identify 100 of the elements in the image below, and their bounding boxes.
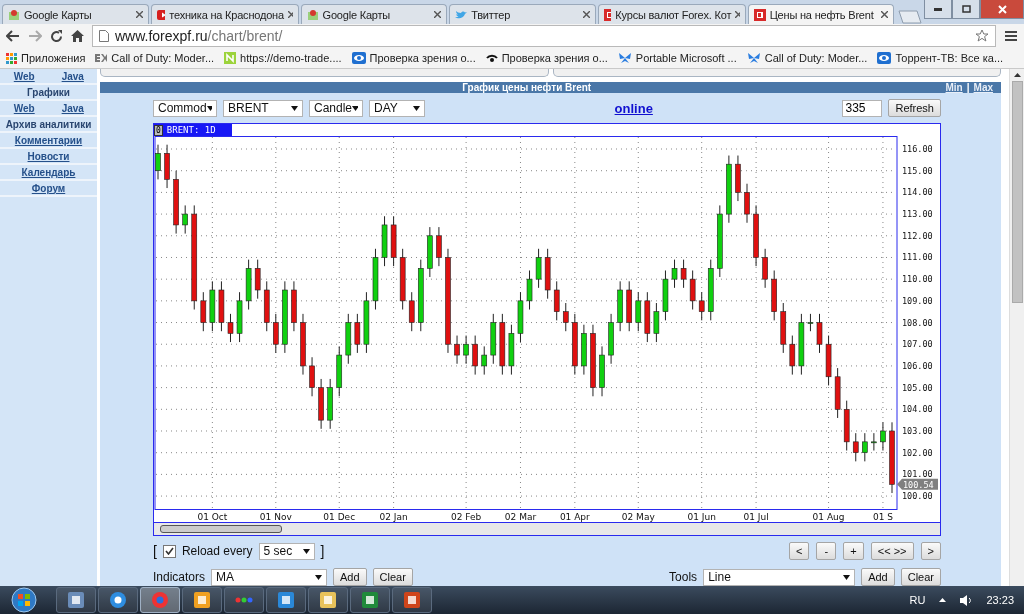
dropdown[interactable]: DAY	[369, 99, 425, 117]
bookmark[interactable]: Portable Microsoft ...	[617, 52, 737, 64]
dropdown[interactable]: BRENT	[223, 99, 303, 117]
close-icon[interactable]	[135, 11, 143, 18]
dropdown[interactable]: MA	[211, 568, 328, 586]
maximize-button[interactable]	[952, 0, 980, 19]
date-label: 01 Dec	[323, 512, 356, 522]
candle	[671, 259, 678, 289]
browser-tab[interactable]: Твиттер	[449, 4, 596, 24]
sidebar-link[interactable]: Комментарии	[0, 134, 97, 146]
add-button[interactable]: Add	[861, 568, 895, 586]
browser-tab[interactable]: техника на Краснодона	[150, 4, 299, 24]
bookmark[interactable]: Проверка зрения о...	[485, 52, 608, 64]
checkbox[interactable]	[162, 544, 176, 558]
close-button[interactable]	[980, 0, 1024, 19]
browser-tab[interactable]: Цены на нефть Brent	[747, 4, 895, 24]
dropdown[interactable]: Candle	[309, 99, 363, 117]
dropdown[interactable]: Line	[703, 568, 856, 586]
sidebar-link[interactable]: Java	[48, 70, 97, 82]
date-label: 01 Apr	[559, 512, 590, 522]
bookmark[interactable]: Приложения	[6, 52, 86, 64]
browser-tab[interactable]: Курсы валют Forex. Кот	[597, 4, 746, 24]
price-label: 107.00	[902, 339, 933, 350]
candle	[825, 335, 832, 386]
candle	[880, 421, 886, 451]
bookmark[interactable]: https://demo-trade....	[224, 52, 342, 64]
online-link[interactable]: online	[431, 100, 837, 116]
close-icon[interactable]	[434, 11, 442, 18]
back-icon[interactable]	[6, 30, 20, 42]
clock[interactable]: 23:23	[986, 594, 1014, 606]
taskbar-app[interactable]	[98, 587, 138, 613]
browser-tab[interactable]: Google Карты	[300, 4, 448, 24]
close-icon[interactable]	[582, 11, 590, 18]
reload-label: Reload every	[181, 544, 253, 558]
sidebar-link[interactable]: Новости	[0, 150, 97, 162]
price-label: 100.00	[902, 491, 933, 502]
refresh-button[interactable]: Refresh	[888, 99, 941, 117]
sidebar-link[interactable]: Web	[0, 70, 49, 82]
taskbar-app[interactable]	[266, 587, 306, 613]
zoom-box[interactable]: 0	[154, 124, 163, 136]
scroll-up-icon[interactable]	[1013, 73, 1021, 77]
candle	[871, 432, 877, 451]
clear-button[interactable]: Clear	[900, 568, 941, 586]
candle	[544, 248, 551, 300]
nav-button[interactable]: +	[843, 542, 864, 560]
speaker-icon[interactable]	[960, 594, 973, 606]
tray-arrow-icon[interactable]	[939, 598, 947, 602]
star-icon[interactable]	[975, 29, 989, 43]
home-icon[interactable]	[71, 30, 84, 42]
clear-button[interactable]: Clear	[372, 568, 413, 586]
taskbar-app[interactable]	[56, 587, 96, 613]
date-label: 02 Jan	[379, 512, 408, 522]
butterfly-icon	[746, 52, 761, 64]
bookmark[interactable]: Торрент-ТВ: Все ка...	[877, 52, 1004, 64]
candle	[698, 291, 705, 321]
nav-button[interactable]: <	[788, 542, 810, 560]
taskbar-app[interactable]	[308, 587, 348, 613]
scroll-thumb[interactable]	[160, 525, 282, 533]
close-icon[interactable]	[735, 11, 740, 18]
sidebar-link[interactable]: Календарь	[0, 166, 97, 178]
apps-grid-icon	[6, 52, 17, 64]
language-indicator[interactable]: RU	[909, 594, 926, 606]
menu-icon[interactable]	[1004, 30, 1018, 42]
candle	[408, 291, 415, 332]
candle	[436, 226, 442, 267]
sidebar-link[interactable]: Java	[48, 102, 97, 114]
bookmark[interactable]: Проверка зрения о...	[351, 52, 476, 64]
candle	[499, 313, 506, 376]
panel-title: График цены нефти Brent	[461, 82, 593, 93]
scroll-thumb[interactable]	[1011, 81, 1023, 303]
dropdown[interactable]: 5 sec	[258, 542, 315, 560]
sidebar-link[interactable]: Web	[0, 102, 49, 114]
candle	[563, 302, 569, 332]
max-link[interactable]: Max	[973, 82, 993, 93]
bookmark[interactable]: Call of Duty: Moder...	[746, 52, 868, 64]
dropdown[interactable]: Commod	[153, 99, 217, 117]
taskbar-app[interactable]	[392, 587, 432, 613]
nav-button[interactable]: -	[816, 542, 837, 560]
candle	[372, 248, 379, 311]
legend-text: BRENT: 1D	[166, 125, 216, 135]
bars-field[interactable]: 335	[842, 99, 883, 117]
browser-tab[interactable]: Google Карты	[2, 4, 149, 24]
price-label: 105.00	[902, 382, 933, 393]
candle	[726, 155, 732, 224]
close-icon[interactable]	[881, 11, 889, 18]
close-icon[interactable]	[287, 11, 293, 18]
nav-button[interactable]: << >>	[870, 542, 914, 560]
minimize-button[interactable]	[924, 0, 952, 19]
sidebar-link[interactable]: Форум	[0, 182, 97, 194]
candle	[363, 291, 370, 354]
taskbar-app[interactable]	[350, 587, 390, 613]
bookmark[interactable]: Call of Duty: Moder...	[95, 52, 215, 64]
address-field[interactable]: www.forexpf.ru/chart/brent/	[92, 25, 996, 47]
nav-button[interactable]: >	[920, 542, 941, 560]
add-button[interactable]: Add	[333, 568, 367, 586]
candle	[535, 248, 542, 289]
min-link[interactable]: Min	[945, 82, 963, 93]
reload-icon[interactable]	[50, 29, 63, 43]
price-label: 108.00	[902, 317, 933, 328]
taskbar-app[interactable]	[182, 587, 222, 613]
